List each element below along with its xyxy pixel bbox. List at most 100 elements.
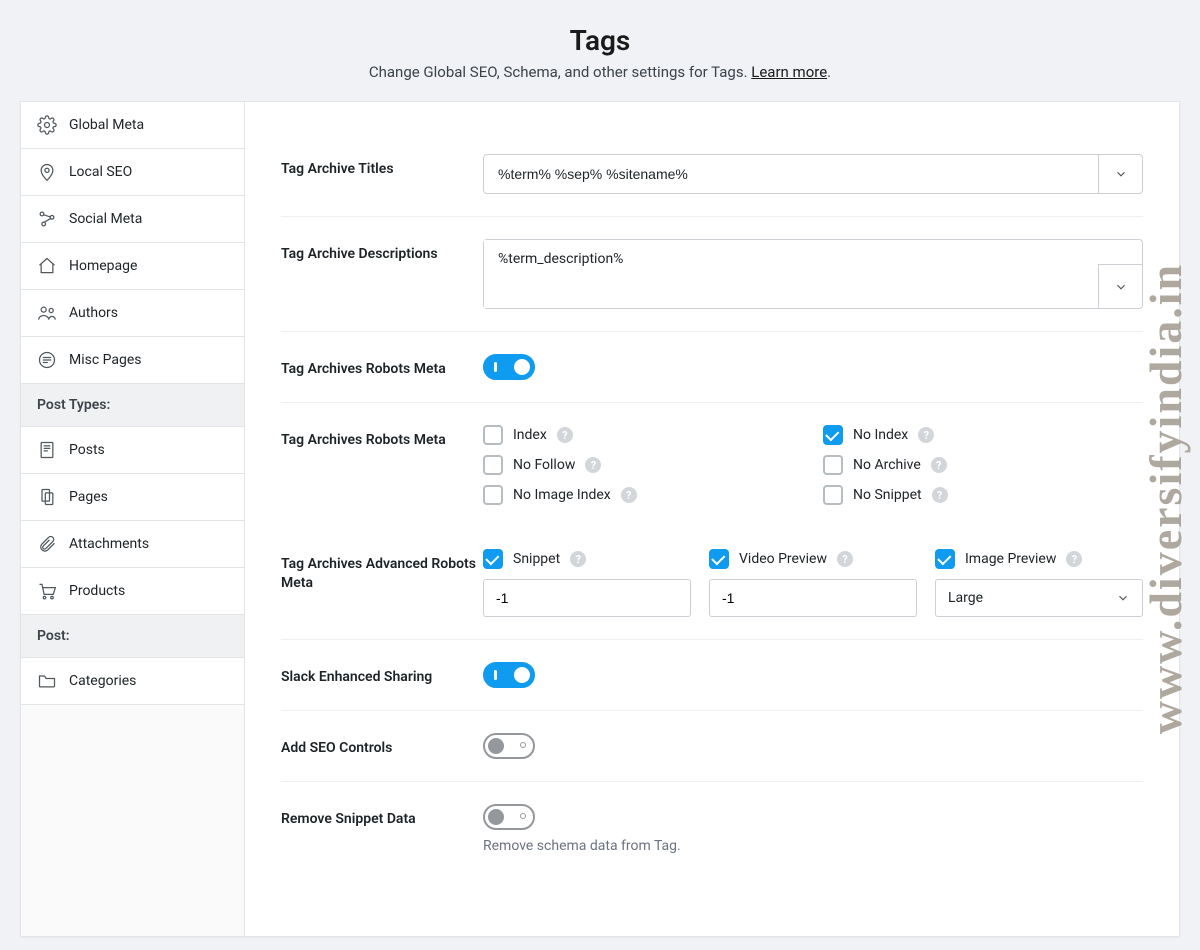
- adv-col-snippet: Snippet?: [483, 549, 691, 617]
- sidebar-item-local-seo[interactable]: Local SEO: [21, 149, 244, 196]
- help-icon[interactable]: ?: [557, 427, 573, 443]
- checkbox-icon: [483, 485, 503, 505]
- label-archive-descriptions: Tag Archive Descriptions: [281, 239, 483, 264]
- page-title: Tags: [0, 24, 1200, 57]
- toggle-seo-controls[interactable]: [483, 733, 535, 759]
- sidebar-item-label: Posts: [69, 442, 105, 458]
- robots-meta-options: Index? No Index? No Follow? No Archive? …: [483, 425, 1143, 505]
- archive-descriptions-input[interactable]: [484, 240, 1098, 308]
- sidebar-group-post: Post:: [21, 615, 244, 658]
- users-icon: [37, 303, 57, 323]
- home-icon: [37, 256, 57, 276]
- cart-icon: [37, 581, 57, 601]
- sidebar-item-label: Categories: [69, 673, 136, 689]
- video-preview-value-input[interactable]: [709, 579, 917, 617]
- learn-more-link[interactable]: Learn more: [751, 63, 827, 81]
- input-archive-titles[interactable]: [483, 154, 1143, 194]
- checkbox-image-preview[interactable]: Image Preview?: [935, 549, 1143, 569]
- field-robots-toggle: Tag Archives Robots Meta: [281, 332, 1143, 403]
- label-robots-toggle: Tag Archives Robots Meta: [281, 354, 483, 379]
- help-icon[interactable]: ?: [570, 551, 586, 567]
- checkbox-icon: [483, 455, 503, 475]
- checkbox-no-snippet[interactable]: No Snippet?: [823, 485, 1143, 505]
- content-panel: Tag Archive Titles Tag Archive Descripti…: [245, 102, 1179, 936]
- archive-titles-input[interactable]: [484, 155, 1098, 193]
- toggle-robots-meta[interactable]: [483, 354, 535, 380]
- folder-icon: [37, 671, 57, 691]
- field-remove-snippet: Remove Snippet Data Remove schema data f…: [281, 782, 1143, 876]
- sidebar-item-label: Social Meta: [69, 211, 142, 227]
- sidebar-item-authors[interactable]: Authors: [21, 290, 244, 337]
- checkbox-icon: [709, 549, 729, 569]
- label-seo-controls: Add SEO Controls: [281, 733, 483, 758]
- image-preview-select[interactable]: Large: [935, 579, 1143, 617]
- sidebar-item-label: Global Meta: [69, 117, 144, 133]
- adv-col-image: Image Preview? Large: [935, 549, 1143, 617]
- label-robots-meta: Tag Archives Robots Meta: [281, 425, 483, 450]
- toggle-remove-snippet[interactable]: [483, 804, 535, 830]
- chevron-down-icon: [1114, 167, 1128, 181]
- sidebar-item-products[interactable]: Products: [21, 568, 244, 615]
- checkbox-index[interactable]: Index?: [483, 425, 803, 445]
- sidebar-item-categories[interactable]: Categories: [21, 658, 244, 705]
- post-icon: [37, 440, 57, 460]
- field-archive-descriptions: Tag Archive Descriptions: [281, 217, 1143, 332]
- label-remove-snippet: Remove Snippet Data: [281, 804, 483, 829]
- snippet-value-input[interactable]: [483, 579, 691, 617]
- help-icon[interactable]: ?: [585, 457, 601, 473]
- help-icon[interactable]: ?: [931, 457, 947, 473]
- sidebar-item-label: Products: [69, 583, 125, 599]
- help-icon[interactable]: ?: [918, 427, 934, 443]
- page-header: Tags Change Global SEO, Schema, and othe…: [0, 0, 1200, 101]
- checkbox-no-archive[interactable]: No Archive?: [823, 455, 1143, 475]
- archive-titles-variables-button[interactable]: [1098, 155, 1142, 193]
- label-archive-titles: Tag Archive Titles: [281, 154, 483, 179]
- clip-icon: [37, 534, 57, 554]
- checkbox-video-preview[interactable]: Video Preview?: [709, 549, 917, 569]
- help-icon[interactable]: ?: [837, 551, 853, 567]
- sidebar-item-label: Attachments: [69, 536, 149, 552]
- remove-snippet-help: Remove schema data from Tag.: [483, 838, 1143, 854]
- checkbox-icon: [483, 425, 503, 445]
- sidebar-item-attachments[interactable]: Attachments: [21, 521, 244, 568]
- sidebar-item-label: Misc Pages: [69, 352, 142, 368]
- textarea-archive-descriptions[interactable]: [483, 239, 1143, 309]
- field-robots-meta: Tag Archives Robots Meta Index? No Index…: [281, 403, 1143, 527]
- lines-icon: [37, 350, 57, 370]
- field-archive-titles: Tag Archive Titles: [281, 132, 1143, 217]
- chevron-down-icon: [1116, 591, 1130, 605]
- checkbox-snippet[interactable]: Snippet?: [483, 549, 691, 569]
- label-slack-sharing: Slack Enhanced Sharing: [281, 662, 483, 687]
- archive-desc-variables-button[interactable]: [1098, 264, 1142, 308]
- sidebar-item-label: Authors: [69, 305, 118, 321]
- sidebar-item-misc-pages[interactable]: Misc Pages: [21, 337, 244, 384]
- field-slack-sharing: Slack Enhanced Sharing: [281, 640, 1143, 711]
- page-subtitle: Change Global SEO, Schema, and other set…: [0, 63, 1200, 81]
- field-advanced-robots: Tag Archives Advanced Robots Meta Snippe…: [281, 527, 1143, 640]
- checkbox-no-follow[interactable]: No Follow?: [483, 455, 803, 475]
- sidebar-item-label: Pages: [69, 489, 108, 505]
- toggle-slack-sharing[interactable]: [483, 662, 535, 688]
- sidebar: Global Meta Local SEO Social Meta Homepa…: [21, 102, 245, 936]
- gear-icon: [37, 115, 57, 135]
- field-seo-controls: Add SEO Controls: [281, 711, 1143, 782]
- sidebar-item-posts[interactable]: Posts: [21, 427, 244, 474]
- help-icon[interactable]: ?: [621, 487, 637, 503]
- checkbox-no-image-index[interactable]: No Image Index?: [483, 485, 803, 505]
- sidebar-item-global-meta[interactable]: Global Meta: [21, 102, 244, 149]
- checkbox-icon: [935, 549, 955, 569]
- pin-icon: [37, 162, 57, 182]
- checkbox-icon: [823, 485, 843, 505]
- sidebar-group-post-types: Post Types:: [21, 384, 244, 427]
- sidebar-item-homepage[interactable]: Homepage: [21, 243, 244, 290]
- checkbox-icon: [823, 425, 843, 445]
- page-icon: [37, 487, 57, 507]
- checkbox-icon: [483, 549, 503, 569]
- sidebar-item-social-meta[interactable]: Social Meta: [21, 196, 244, 243]
- help-icon[interactable]: ?: [1066, 551, 1082, 567]
- share-icon: [37, 209, 57, 229]
- help-icon[interactable]: ?: [932, 487, 948, 503]
- checkbox-no-index[interactable]: No Index?: [823, 425, 1143, 445]
- sidebar-item-pages[interactable]: Pages: [21, 474, 244, 521]
- adv-col-video: Video Preview?: [709, 549, 917, 617]
